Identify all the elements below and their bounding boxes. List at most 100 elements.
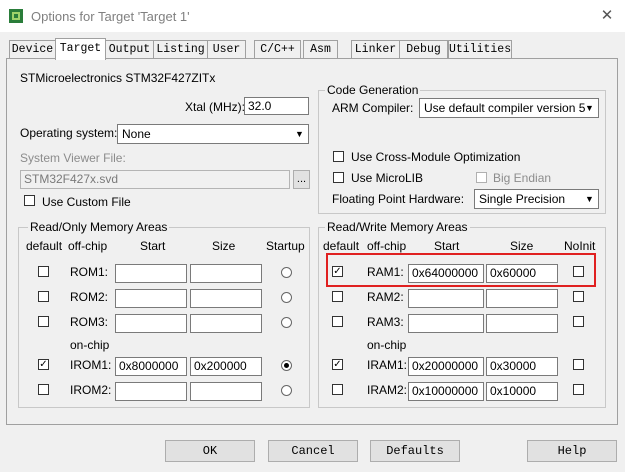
fph-label: Floating Point Hardware: [332, 192, 465, 206]
tab-c-cpp[interactable]: C/C++ [254, 40, 301, 58]
big-endian-label: Big Endian [493, 171, 552, 185]
rw-start-input[interactable]: 0x10000000 [408, 382, 484, 401]
ram1-highlight-box [326, 253, 596, 287]
ro-start-input[interactable] [115, 264, 187, 283]
close-icon[interactable]: ✕ [596, 6, 618, 26]
xtal-label: Xtal (MHz): [185, 100, 245, 114]
rw-size-input[interactable] [486, 289, 558, 308]
ro-area-name: ROM1: [70, 265, 109, 279]
rw-start-input[interactable]: 0x20000000 [408, 357, 484, 376]
arm-compiler-value: Use default compiler version 5 [424, 101, 586, 115]
svd-path-input[interactable]: STM32F427x.svd [20, 170, 290, 189]
rw-start-input[interactable] [408, 314, 484, 333]
rw-default-checkbox[interactable] [332, 384, 343, 395]
ro-default-checkbox[interactable] [38, 291, 49, 302]
rw-start-input[interactable] [408, 289, 484, 308]
ro-default-checkbox[interactable]: ✓ [38, 359, 49, 370]
ro-header-size: Size [212, 239, 236, 253]
chevron-down-icon: ▼ [585, 194, 594, 204]
cancel-button[interactable]: Cancel [268, 440, 358, 462]
rw-area-name: IRAM1: [367, 358, 408, 372]
device-name: STMicroelectronics STM32F427ZITx [20, 71, 216, 85]
code-generation-title: Code Generation [325, 83, 421, 97]
rw-default-checkbox[interactable]: ✓ [332, 359, 343, 370]
rw-area-name: IRAM2: [367, 383, 408, 397]
ro-startup-radio[interactable] [281, 317, 292, 328]
fph-value: Single Precision [479, 192, 566, 206]
tab-debug[interactable]: Debug [399, 40, 448, 58]
ro-startup-radio[interactable] [281, 267, 292, 278]
cross-module-opt-label: Use Cross-Module Optimization [351, 150, 521, 164]
cross-module-opt-checkbox[interactable] [333, 151, 344, 162]
rw-header-noinit: NoInit [564, 239, 596, 253]
ro-area-name: IROM2: [70, 383, 112, 397]
radio-dot-icon [284, 363, 289, 368]
rw-default-checkbox[interactable] [332, 316, 343, 327]
rw-onchip-label: on-chip [367, 338, 407, 352]
tab-output[interactable]: Output [105, 40, 154, 58]
ro-startup-radio[interactable] [281, 385, 292, 396]
rw-header-start: Start [434, 239, 460, 253]
ro-size-input[interactable] [190, 314, 262, 333]
tab-user[interactable]: User [207, 40, 246, 58]
svd-browse-button[interactable]: ... [293, 170, 310, 189]
ro-area-name: ROM2: [70, 290, 109, 304]
fph-select[interactable]: Single Precision ▼ [474, 189, 599, 209]
rw-size-input[interactable] [486, 314, 558, 333]
ro-area-name: IROM1: [70, 358, 112, 372]
ok-button[interactable]: OK [165, 440, 255, 462]
os-select[interactable]: None ▼ [117, 124, 309, 144]
ro-start-input[interactable] [115, 314, 187, 333]
arm-compiler-label: ARM Compiler: [332, 101, 414, 115]
rw-header-size: Size [510, 239, 534, 253]
ro-start-input[interactable] [115, 289, 187, 308]
ro-size-input[interactable] [190, 264, 262, 283]
os-select-value: None [122, 127, 151, 141]
tab-asm[interactable]: Asm [303, 40, 338, 58]
ro-memory-title: Read/Only Memory Areas [28, 220, 170, 234]
rw-noinit-checkbox[interactable] [573, 359, 584, 370]
tab-listing[interactable]: Listing [153, 40, 208, 58]
ro-default-checkbox[interactable] [38, 384, 49, 395]
rw-default-checkbox[interactable] [332, 291, 343, 302]
rw-noinit-checkbox[interactable] [573, 384, 584, 395]
rw-header-offchip: off-chip [367, 239, 407, 253]
ro-default-checkbox[interactable] [38, 316, 49, 327]
ro-default-checkbox[interactable] [38, 266, 49, 277]
rw-size-input[interactable]: 0x30000 [486, 357, 558, 376]
ro-startup-radio[interactable] [281, 292, 292, 303]
tab-linker[interactable]: Linker [351, 40, 400, 58]
ro-startup-radio[interactable] [281, 360, 292, 371]
rw-area-name: RAM2: [367, 290, 404, 304]
big-endian-checkbox[interactable] [476, 172, 487, 183]
rw-size-input[interactable]: 0x10000 [486, 382, 558, 401]
window-title: Options for Target 'Target 1' [31, 9, 190, 24]
tab-device[interactable]: Device [9, 40, 56, 58]
ro-start-input[interactable] [115, 382, 187, 401]
arm-compiler-select[interactable]: Use default compiler version 5 ▼ [419, 98, 599, 118]
svd-label: System Viewer File: [20, 151, 126, 165]
ro-header-startup: Startup [266, 239, 305, 253]
ro-size-input[interactable] [190, 289, 262, 308]
defaults-button[interactable]: Defaults [370, 440, 460, 462]
ro-header-start: Start [140, 239, 166, 253]
tab-utilities[interactable]: Utilities [448, 40, 512, 58]
ro-header-offchip: off-chip [68, 239, 108, 253]
rw-header-default: default [323, 239, 360, 253]
ro-start-input[interactable]: 0x8000000 [115, 357, 187, 376]
rw-noinit-checkbox[interactable] [573, 291, 584, 302]
ro-header-default: default [26, 239, 63, 253]
ro-area-name: ROM3: [70, 315, 109, 329]
rw-noinit-checkbox[interactable] [573, 316, 584, 327]
use-microlib-checkbox[interactable] [333, 172, 344, 183]
use-custom-file-checkbox[interactable] [24, 195, 35, 206]
ro-size-input[interactable]: 0x200000 [190, 357, 262, 376]
ro-size-input[interactable] [190, 382, 262, 401]
help-button[interactable]: Help [527, 440, 617, 462]
xtal-input[interactable]: 32.0 [244, 97, 309, 115]
ro-onchip-label: on-chip [70, 338, 110, 352]
os-label: Operating system: [20, 126, 118, 140]
keil-app-icon [9, 9, 23, 23]
tab-target[interactable]: Target [55, 38, 106, 60]
rw-area-name: RAM3: [367, 315, 404, 329]
